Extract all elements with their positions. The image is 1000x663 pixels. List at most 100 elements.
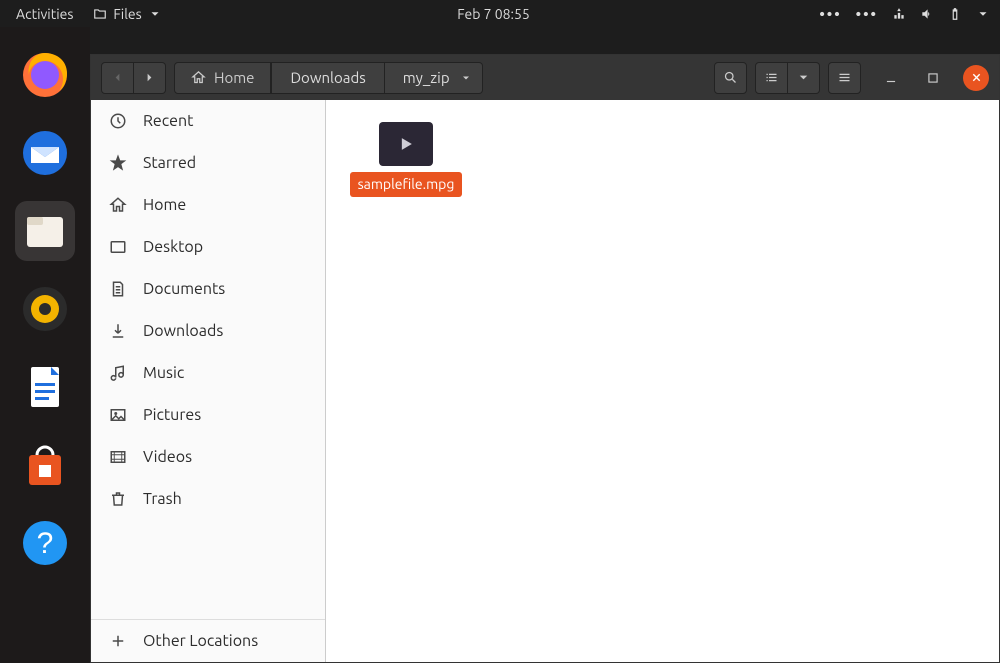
play-icon: [396, 134, 416, 154]
picture-icon: [109, 406, 127, 424]
sidebar-item-videos[interactable]: Videos: [91, 436, 325, 478]
chevron-down-icon: [148, 7, 162, 21]
sidebar-item-label: Videos: [143, 448, 192, 466]
speaker-icon: [21, 285, 69, 333]
chevron-down-icon: [796, 70, 811, 85]
video-icon: [109, 448, 127, 466]
help-icon: ?: [21, 519, 69, 567]
crumb-downloads[interactable]: Downloads: [271, 62, 384, 94]
sidebar-item-desktop[interactable]: Desktop: [91, 226, 325, 268]
files-body: Recent Starred Home Desktop Documents Do…: [91, 100, 999, 662]
dock-app-rhythmbox[interactable]: [15, 279, 75, 339]
forward-button[interactable]: [134, 62, 166, 94]
chevron-down-icon: [460, 72, 472, 84]
crumb-current-label: my_zip: [403, 69, 450, 86]
files-window: Home Downloads my_zip: [90, 54, 1000, 663]
document-icon: [21, 363, 69, 411]
folder-icon: [93, 7, 107, 21]
search-button[interactable]: [714, 62, 747, 94]
clock-icon: [109, 112, 127, 130]
maximize-icon: [926, 71, 940, 85]
indicator-dots-1[interactable]: •••: [819, 5, 841, 22]
files-headerbar: Home Downloads my_zip: [91, 55, 999, 100]
firefox-icon: [21, 51, 69, 99]
minimize-button[interactable]: [879, 66, 903, 90]
trash-icon: [109, 490, 127, 508]
sidebar-item-recent[interactable]: Recent: [91, 100, 325, 142]
activities-button[interactable]: Activities: [10, 3, 79, 25]
sidebar-item-downloads[interactable]: Downloads: [91, 310, 325, 352]
file-name-label: samplefile.mpg: [350, 172, 463, 197]
dock-app-libreoffice[interactable]: [15, 357, 75, 417]
menu-icon: [837, 70, 852, 85]
chevron-right-icon: [142, 70, 157, 85]
dock-app-software[interactable]: [15, 435, 75, 495]
sidebar-item-label: Other Locations: [143, 632, 258, 650]
plus-icon: [109, 632, 127, 650]
video-thumbnail: [379, 122, 433, 166]
thunderbird-icon: [21, 129, 69, 177]
indicator-dots-2[interactable]: •••: [856, 5, 878, 22]
hamburger-menu-button[interactable]: [828, 62, 861, 94]
file-item[interactable]: samplefile.mpg: [356, 122, 456, 197]
sidebar-item-other-locations[interactable]: Other Locations: [91, 620, 325, 662]
download-icon: [109, 322, 127, 340]
path-bar: Home Downloads my_zip: [174, 62, 483, 94]
view-options-button[interactable]: [788, 62, 820, 94]
volume-icon[interactable]: [920, 7, 934, 21]
svg-text:?: ?: [37, 527, 54, 560]
dock: ?: [0, 27, 90, 663]
music-icon: [109, 364, 127, 382]
clock[interactable]: Feb 7 08:55: [451, 3, 536, 25]
file-view[interactable]: samplefile.mpg: [326, 100, 999, 662]
sidebar-item-music[interactable]: Music: [91, 352, 325, 394]
dock-app-files[interactable]: [15, 201, 75, 261]
sidebar-item-home[interactable]: Home: [91, 184, 325, 226]
sidebar-item-label: Desktop: [143, 238, 203, 256]
document-icon: [109, 280, 127, 298]
sidebar-item-label: Starred: [143, 154, 196, 172]
chevron-down-icon[interactable]: [976, 7, 990, 21]
nav-buttons: [101, 62, 166, 94]
back-button[interactable]: [101, 62, 134, 94]
shopping-bag-icon: [21, 441, 69, 489]
home-icon: [109, 196, 127, 214]
maximize-button[interactable]: [921, 66, 945, 90]
close-button[interactable]: [963, 65, 989, 91]
list-icon: [764, 70, 779, 85]
network-icon[interactable]: [892, 7, 906, 21]
sidebar-item-label: Trash: [143, 490, 182, 508]
dock-app-thunderbird[interactable]: [15, 123, 75, 183]
window-controls: [879, 65, 989, 91]
dock-app-help[interactable]: ?: [15, 513, 75, 573]
sidebar-item-pictures[interactable]: Pictures: [91, 394, 325, 436]
gnome-topbar: Activities Files Feb 7 08:55 ••• •••: [0, 0, 1000, 27]
star-icon: [109, 154, 127, 172]
sidebar-item-label: Pictures: [143, 406, 201, 424]
view-list-button[interactable]: [755, 62, 788, 94]
sidebar-item-label: Documents: [143, 280, 225, 298]
sidebar-item-trash[interactable]: Trash: [91, 478, 325, 520]
files-icon: [21, 207, 69, 255]
sidebar-item-label: Music: [143, 364, 184, 382]
search-icon: [723, 70, 738, 85]
sidebar-item-documents[interactable]: Documents: [91, 268, 325, 310]
sidebar-item-starred[interactable]: Starred: [91, 142, 325, 184]
crumb-current[interactable]: my_zip: [385, 62, 483, 94]
app-menu-label: Files: [113, 6, 141, 22]
close-icon: [971, 72, 982, 83]
sidebar-item-label: Home: [143, 196, 186, 214]
crumb-home-label: Home: [214, 69, 254, 86]
sidebar-item-label: Downloads: [143, 322, 223, 340]
home-icon: [191, 70, 206, 85]
dock-app-firefox[interactable]: [15, 45, 75, 105]
desktop: ? Home Downloads my_zip: [0, 27, 1000, 663]
places-sidebar: Recent Starred Home Desktop Documents Do…: [91, 100, 326, 662]
app-menu[interactable]: Files: [87, 3, 167, 25]
crumb-home[interactable]: Home: [174, 62, 271, 94]
desktop-icon: [109, 238, 127, 256]
minimize-icon: [884, 71, 898, 85]
chevron-left-icon: [110, 70, 125, 85]
sidebar-item-label: Recent: [143, 112, 193, 130]
battery-icon[interactable]: [948, 7, 962, 21]
